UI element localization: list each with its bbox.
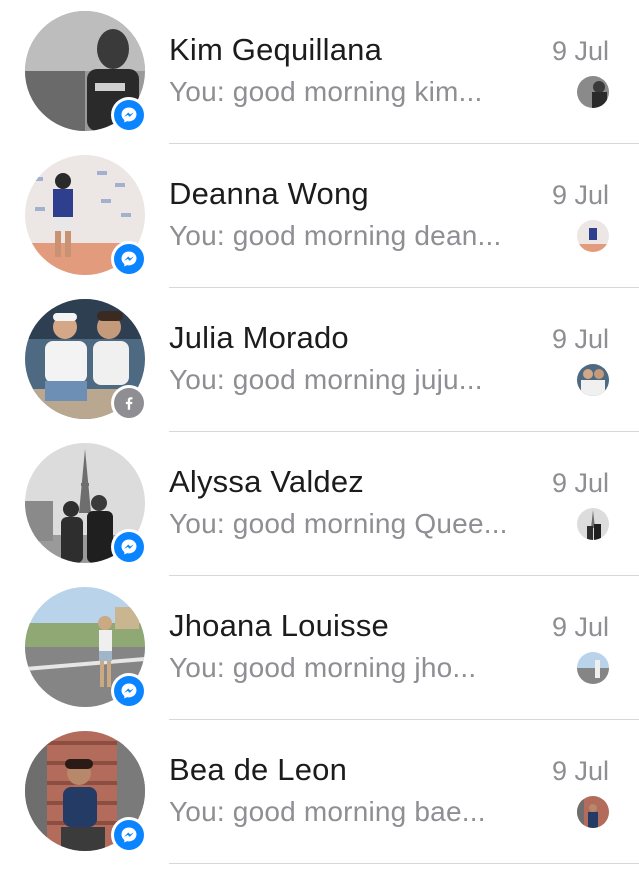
message-preview: You: good morning Quee... bbox=[169, 508, 508, 539]
avatar-container bbox=[25, 731, 147, 853]
seen-avatar bbox=[577, 364, 609, 396]
conversation-row-alyssa-valdez[interactable]: Alyssa Valdez You: good morning Quee... … bbox=[0, 432, 639, 576]
messenger-badge bbox=[111, 97, 147, 133]
messenger-badge bbox=[111, 529, 147, 565]
contact-name: Bea de Leon bbox=[169, 752, 348, 787]
avatar-container bbox=[25, 11, 147, 133]
conversation-row-jhoana-louisse[interactable]: Jhoana Louisse You: good morning jho... … bbox=[0, 576, 639, 720]
contact-name: Jhoana Louisse bbox=[169, 608, 389, 643]
message-preview: You: good morning dean... bbox=[169, 220, 502, 251]
messenger-icon bbox=[114, 244, 144, 274]
messenger-icon bbox=[114, 100, 144, 130]
avatar-container bbox=[25, 299, 147, 421]
message-timestamp: 9 Jul bbox=[551, 324, 609, 354]
message-timestamp: 9 Jul bbox=[551, 36, 609, 66]
message-preview: You: good morning juju... bbox=[169, 364, 483, 395]
message-timestamp: 9 Jul bbox=[551, 180, 609, 210]
facebook-icon bbox=[114, 388, 144, 418]
avatar-container bbox=[25, 443, 147, 565]
seen-avatar bbox=[577, 76, 609, 108]
conversation-row-kim-gequillana[interactable]: Kim Gequillana You: good morning kim... … bbox=[0, 0, 639, 144]
conversation-row-bea-de-leon[interactable]: Bea de Leon You: good morning bae... 9 J… bbox=[0, 720, 639, 864]
contact-name: Deanna Wong bbox=[169, 176, 369, 211]
avatar-container bbox=[25, 587, 147, 709]
facebook-badge bbox=[111, 385, 147, 421]
seen-avatar bbox=[577, 508, 609, 540]
seen-avatar bbox=[577, 796, 609, 828]
contact-name: Julia Morado bbox=[169, 320, 349, 355]
message-preview: You: good morning jho... bbox=[169, 652, 477, 683]
messenger-badge bbox=[111, 817, 147, 853]
contact-name: Kim Gequillana bbox=[169, 32, 383, 67]
conversation-row-deanna-wong[interactable]: Deanna Wong You: good morning dean... 9 … bbox=[0, 144, 639, 288]
messenger-icon bbox=[114, 820, 144, 850]
messenger-badge bbox=[111, 241, 147, 277]
conversation-row-julia-morado[interactable]: Julia Morado You: good morning juju... 9… bbox=[0, 288, 639, 432]
seen-avatar bbox=[577, 220, 609, 252]
divider bbox=[169, 863, 639, 864]
message-preview: You: good morning bae... bbox=[169, 796, 486, 827]
messenger-badge bbox=[111, 673, 147, 709]
message-timestamp: 9 Jul bbox=[551, 756, 609, 786]
message-timestamp: 9 Jul bbox=[551, 468, 609, 498]
message-preview: You: good morning kim... bbox=[169, 76, 483, 107]
message-timestamp: 9 Jul bbox=[551, 612, 609, 642]
contact-name: Alyssa Valdez bbox=[169, 464, 365, 499]
avatar-container bbox=[25, 155, 147, 277]
seen-avatar bbox=[577, 652, 609, 684]
conversation-list: Kim Gequillana You: good morning kim... … bbox=[0, 0, 639, 870]
messenger-icon bbox=[114, 532, 144, 562]
messenger-icon bbox=[114, 676, 144, 706]
